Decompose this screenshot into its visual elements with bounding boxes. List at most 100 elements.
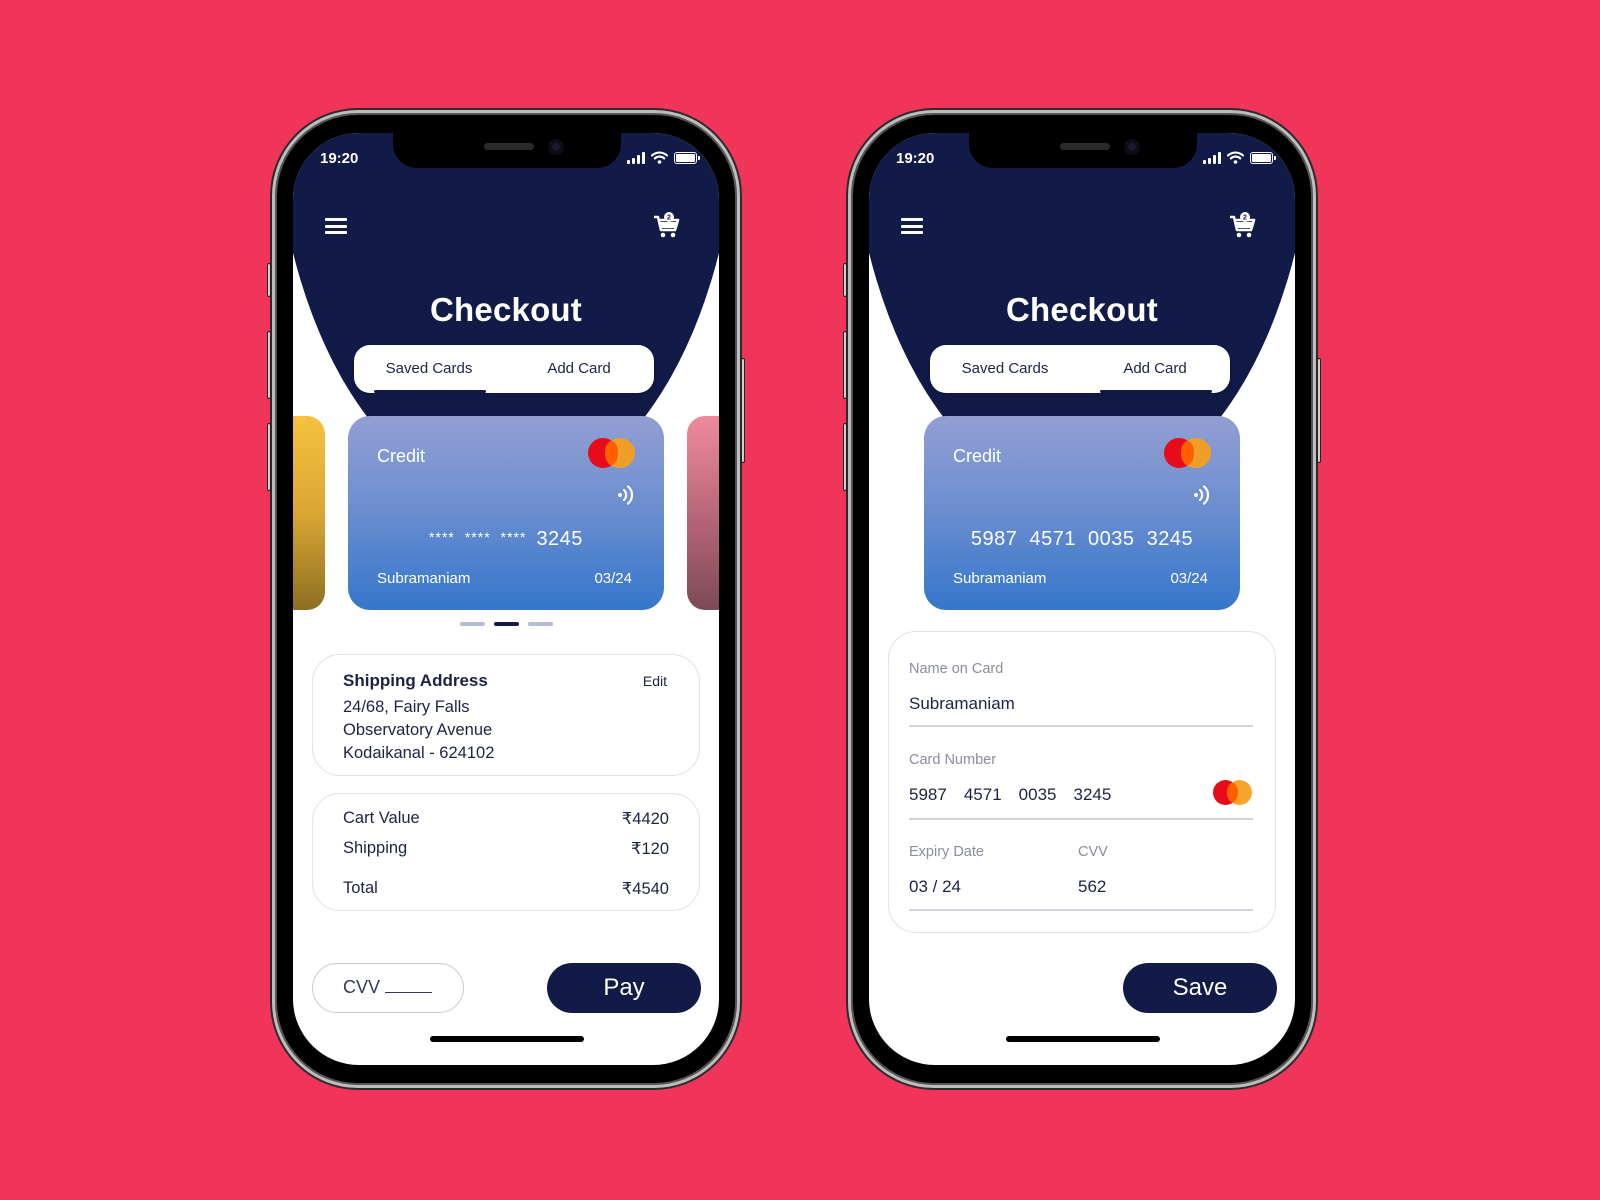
cvv-input[interactable]: CVV xyxy=(312,963,464,1013)
phone-add-card: 19:20 2 Checkout Saved Cards Add Card Cr… xyxy=(843,110,1321,1088)
status-icons xyxy=(1203,151,1276,164)
mastercard-icon xyxy=(1164,438,1212,468)
shipping-address-card: Shipping Address Edit 24/68, Fairy Falls… xyxy=(312,654,700,776)
power-button xyxy=(1317,358,1321,463)
battery-icon xyxy=(674,152,700,164)
status-icons xyxy=(627,151,700,164)
tab-add-card[interactable]: Add Card xyxy=(1080,345,1230,393)
card-rose-peek[interactable] xyxy=(687,416,719,610)
tab-saved-cards[interactable]: Saved Cards xyxy=(354,345,504,393)
credit-card[interactable]: Credit **** **** **** 3245 Subramaniam 03/2… xyxy=(348,416,664,610)
card-type: Credit xyxy=(953,446,1002,466)
order-summary-card: Cart Value ₹4420 Shipping ₹120 Total ₹45… xyxy=(312,793,700,911)
mastercard-icon xyxy=(588,438,636,468)
card-number: **** **** **** 3245 xyxy=(429,528,583,550)
expiry-date-label: Expiry Date xyxy=(909,844,984,860)
volume-down-button xyxy=(267,423,271,491)
cvv-blank xyxy=(385,992,433,993)
menu-icon[interactable] xyxy=(901,218,923,236)
address-line: Observatory Avenue xyxy=(343,721,493,739)
card-tabs: Saved Cards Add Card xyxy=(354,345,654,393)
cart-icon: 2 xyxy=(654,212,680,238)
page-title: Checkout xyxy=(430,291,582,328)
tab-saved-cards[interactable]: Saved Cards xyxy=(930,345,1080,393)
signal-icon xyxy=(627,152,645,164)
card-number-underline xyxy=(909,818,1253,820)
address-line: Kodaikanal - 624102 xyxy=(343,744,495,762)
card-gold-peek[interactable] xyxy=(293,416,325,610)
cvv-input[interactable]: 562 xyxy=(1078,877,1106,897)
power-button xyxy=(741,358,745,463)
card-holder: Subramaniam xyxy=(377,570,471,587)
card-number: 5987 4571 0035 3245 xyxy=(970,528,1194,550)
cvv-placeholder: CVV xyxy=(343,977,381,997)
carousel-dot[interactable] xyxy=(527,622,553,626)
card-number-label: Card Number xyxy=(909,752,997,768)
summary-label: Cart Value xyxy=(343,809,420,827)
cart-icon: 2 xyxy=(1230,212,1256,238)
card-tabs: Saved Cards Add Card xyxy=(930,345,1230,393)
speaker xyxy=(484,143,534,150)
summary-row-total: Total ₹4540 xyxy=(343,879,669,899)
page-title: Checkout xyxy=(1006,291,1158,328)
home-indicator[interactable] xyxy=(430,1036,584,1042)
summary-row: Cart Value ₹4420 xyxy=(343,809,669,829)
battery-icon xyxy=(1250,152,1276,164)
speaker xyxy=(1060,143,1110,150)
menu-icon[interactable] xyxy=(325,218,347,236)
expiry-date-input[interactable]: 03 / 24 xyxy=(909,877,961,897)
screen: 19:20 2 Checkout Saved Cards Add Card Cr… xyxy=(869,133,1295,1065)
name-underline xyxy=(909,725,1253,727)
status-time: 19:20 xyxy=(320,150,359,167)
add-card-form: Name on Card Subramaniam Card Number 598… xyxy=(888,631,1276,933)
summary-row: Shipping ₹120 xyxy=(343,839,669,859)
carousel-dot-active[interactable] xyxy=(493,622,519,626)
card-expiry: 03/24 xyxy=(1170,570,1208,587)
wifi-icon xyxy=(1227,151,1244,164)
carousel-dot[interactable] xyxy=(459,622,485,626)
cart-button[interactable]: 2 xyxy=(653,211,681,241)
save-button[interactable]: Save xyxy=(1123,963,1277,1013)
signal-icon xyxy=(1203,152,1221,164)
status-time: 19:20 xyxy=(896,150,935,167)
credit-card-preview: Credit 5987 4571 0035 3245 Subramaniam 0… xyxy=(924,416,1240,610)
card-number-input[interactable]: 5987 4571 0035 3245 xyxy=(909,785,1111,805)
summary-label: Shipping xyxy=(343,839,408,857)
front-camera xyxy=(548,139,564,155)
summary-value: ₹4540 xyxy=(621,880,669,898)
notch xyxy=(393,133,621,168)
tab-add-card[interactable]: Add Card xyxy=(504,345,654,393)
summary-label: Total xyxy=(343,879,378,897)
cart-badge-count: 2 xyxy=(1243,215,1247,222)
wifi-icon xyxy=(651,151,668,164)
carousel-indicator xyxy=(293,622,719,626)
notch xyxy=(969,133,1197,168)
card-expiry: 03/24 xyxy=(594,570,632,587)
summary-value: ₹120 xyxy=(630,840,669,858)
volume-up-button xyxy=(267,331,271,399)
card-type: Credit xyxy=(377,446,426,466)
screen: 19:20 2 Checkout Saved Cards Add Card Cr… xyxy=(293,133,719,1065)
mute-switch xyxy=(843,263,847,297)
home-indicator[interactable] xyxy=(1006,1036,1160,1042)
mute-switch xyxy=(267,263,271,297)
front-camera xyxy=(1124,139,1140,155)
card-last4: 3245 xyxy=(536,528,583,550)
pay-button[interactable]: Pay xyxy=(547,963,701,1013)
mastercard-icon xyxy=(1213,780,1253,806)
edit-address-link[interactable]: Edit xyxy=(643,673,667,689)
contactless-icon xyxy=(1194,485,1210,505)
volume-up-button xyxy=(843,331,847,399)
cvv-label: CVV xyxy=(1078,844,1108,860)
address-line: 24/68, Fairy Falls xyxy=(343,698,470,716)
volume-down-button xyxy=(843,423,847,491)
card-holder: Subramaniam xyxy=(953,570,1047,587)
summary-value: ₹4420 xyxy=(621,810,669,828)
expiry-cvv-underline xyxy=(909,909,1253,911)
contactless-icon xyxy=(618,485,634,505)
name-on-card-input[interactable]: Subramaniam xyxy=(909,694,1015,714)
name-on-card-label: Name on Card xyxy=(909,661,1004,677)
shipping-title: Shipping Address xyxy=(343,671,488,690)
phone-saved-cards: 19:20 2 Checkout Saved Cards Add Card Cr… xyxy=(267,110,745,1088)
cart-button[interactable]: 2 xyxy=(1229,211,1257,241)
